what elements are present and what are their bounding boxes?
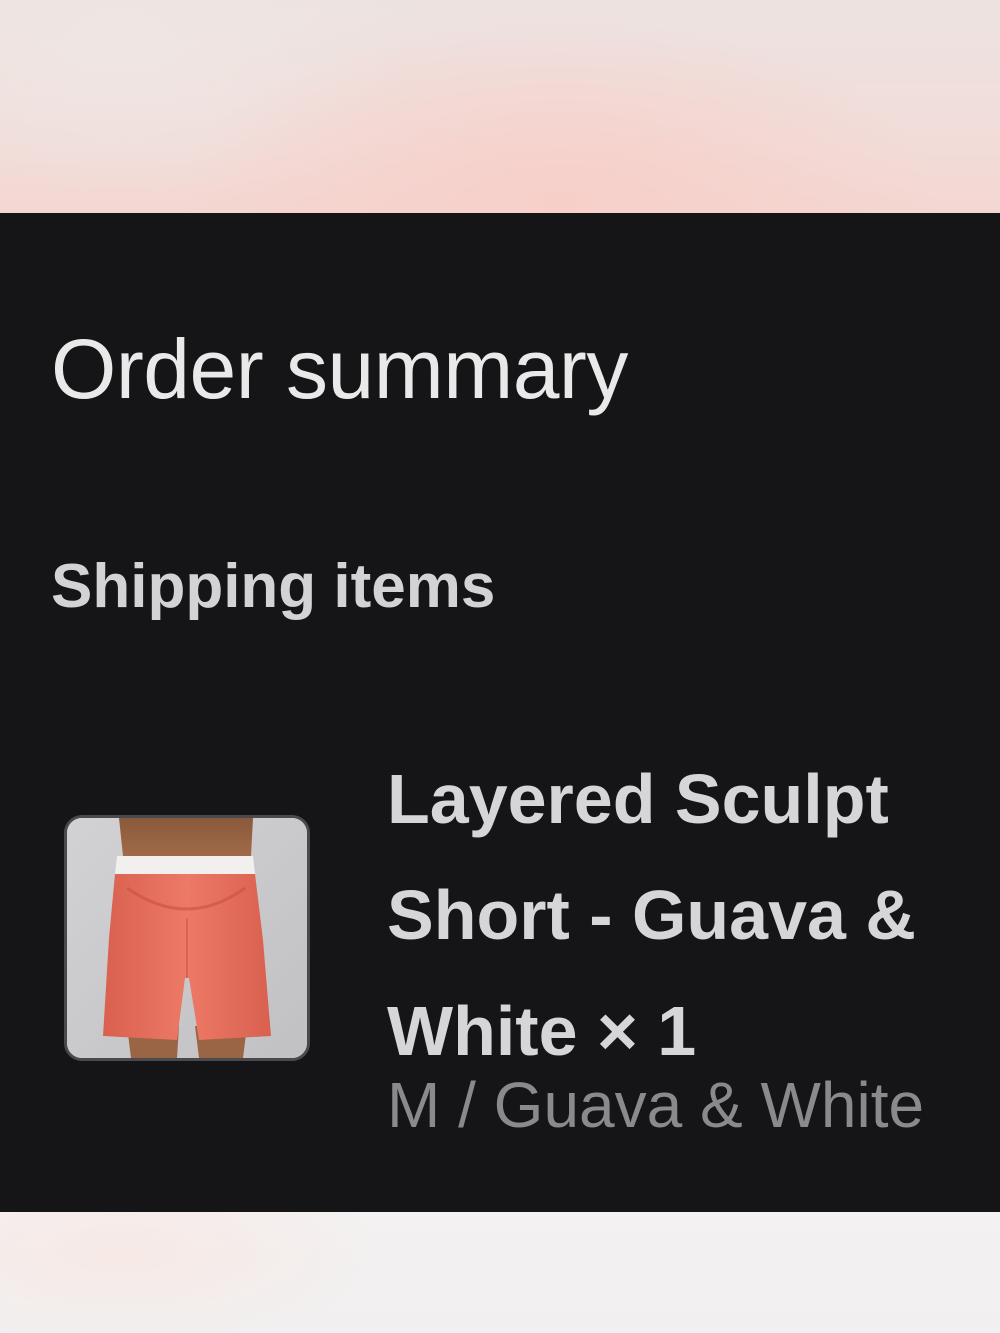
item-title[interactable]: Layered Sculpt Short - Guava & White × 1 xyxy=(387,741,1000,1089)
item-title-line: Short - Guava & xyxy=(387,876,916,954)
product-shorts-image xyxy=(67,818,307,1058)
item-variant: M / Guava & White xyxy=(387,1069,925,1141)
item-title-line: Layered Sculpt xyxy=(387,760,889,838)
blurred-background-top xyxy=(0,0,1000,213)
page-title: Order summary xyxy=(51,322,628,416)
product-thumbnail[interactable] xyxy=(64,815,310,1061)
order-summary-panel: Order summary Shipping items Layered Scu… xyxy=(0,213,1000,1212)
blurred-background-bottom xyxy=(0,1212,1000,1333)
shipping-items-heading: Shipping items xyxy=(51,552,496,621)
